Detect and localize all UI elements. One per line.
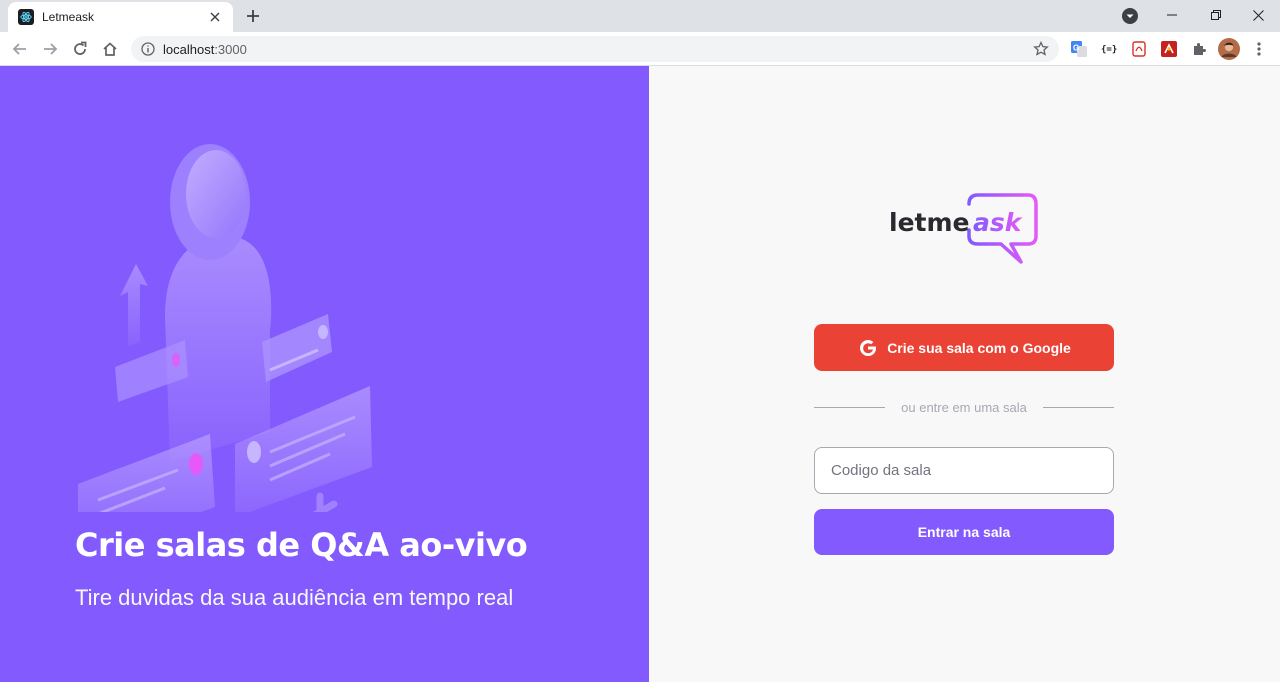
enter-room-button[interactable]: Entrar na sala bbox=[814, 509, 1114, 555]
close-tab-icon[interactable] bbox=[207, 9, 223, 25]
logo-text-ask: ask bbox=[973, 208, 1023, 237]
auth-main: letme ask Crie sua sala com o Google ou … bbox=[649, 66, 1280, 682]
separator-line-right bbox=[1042, 407, 1115, 408]
url-host: localhost bbox=[163, 41, 215, 57]
site-info-icon[interactable] bbox=[141, 42, 155, 56]
separator: ou entre em uma sala bbox=[814, 400, 1115, 415]
close-window-icon[interactable] bbox=[1236, 0, 1280, 30]
chrome-menu-icon[interactable] bbox=[1250, 40, 1268, 58]
reload-icon[interactable] bbox=[69, 38, 91, 60]
tab-search-icon[interactable] bbox=[1121, 7, 1139, 25]
logo-text-letme: letme bbox=[889, 208, 969, 237]
hero-aside: Crie salas de Q&A ao-vivo Tire duvidas d… bbox=[0, 66, 649, 682]
separator-line-left bbox=[814, 407, 886, 408]
new-tab-plus-icon[interactable] bbox=[243, 6, 263, 26]
room-code-input[interactable] bbox=[814, 447, 1114, 494]
hero-title: Crie salas de Q&A ao-vivo bbox=[75, 526, 528, 564]
hero-subtitle: Tire duvidas da sua audiência em tempo r… bbox=[75, 585, 514, 610]
svg-text:{=}: {=} bbox=[1101, 45, 1117, 55]
url-text: localhost:3000 bbox=[163, 42, 1033, 57]
pdf-extension-icon[interactable] bbox=[1130, 40, 1148, 58]
browser-tabstrip: Letmeask bbox=[0, 0, 1280, 32]
letmeask-logo: letme ask bbox=[889, 193, 1038, 264]
page-content: Crie salas de Q&A ao-vivo Tire duvidas d… bbox=[0, 66, 1280, 682]
back-arrow-icon[interactable] bbox=[9, 38, 31, 60]
react-favicon-icon bbox=[18, 9, 34, 25]
json-viewer-extension-icon[interactable]: {=} bbox=[1100, 40, 1118, 58]
browser-toolbar: localhost:3000 G {=} bbox=[0, 32, 1280, 66]
svg-text:G: G bbox=[1073, 44, 1079, 53]
restore-window-icon[interactable] bbox=[1194, 0, 1238, 30]
separator-label: ou entre em uma sala bbox=[901, 400, 1027, 415]
google-translate-extension-icon[interactable]: G bbox=[1070, 40, 1088, 58]
browser-tab[interactable]: Letmeask bbox=[8, 2, 233, 32]
qa-illustration bbox=[78, 144, 372, 512]
address-bar[interactable]: localhost:3000 bbox=[131, 36, 1059, 62]
extensions-puzzle-icon[interactable] bbox=[1190, 40, 1208, 58]
red-app-extension-icon[interactable] bbox=[1160, 40, 1178, 58]
google-button-label: Crie sua sala com o Google bbox=[887, 339, 1071, 356]
google-g-icon bbox=[857, 337, 879, 359]
tab-title: Letmeask bbox=[42, 10, 95, 24]
profile-avatar-icon[interactable] bbox=[1218, 38, 1240, 60]
minimize-window-icon[interactable] bbox=[1150, 0, 1194, 30]
url-port: :3000 bbox=[214, 41, 247, 57]
create-room-google-button[interactable]: Crie sua sala com o Google bbox=[814, 324, 1114, 371]
home-icon[interactable] bbox=[99, 38, 121, 60]
forward-arrow-icon[interactable] bbox=[39, 38, 61, 60]
bookmark-star-icon[interactable] bbox=[1033, 41, 1049, 57]
